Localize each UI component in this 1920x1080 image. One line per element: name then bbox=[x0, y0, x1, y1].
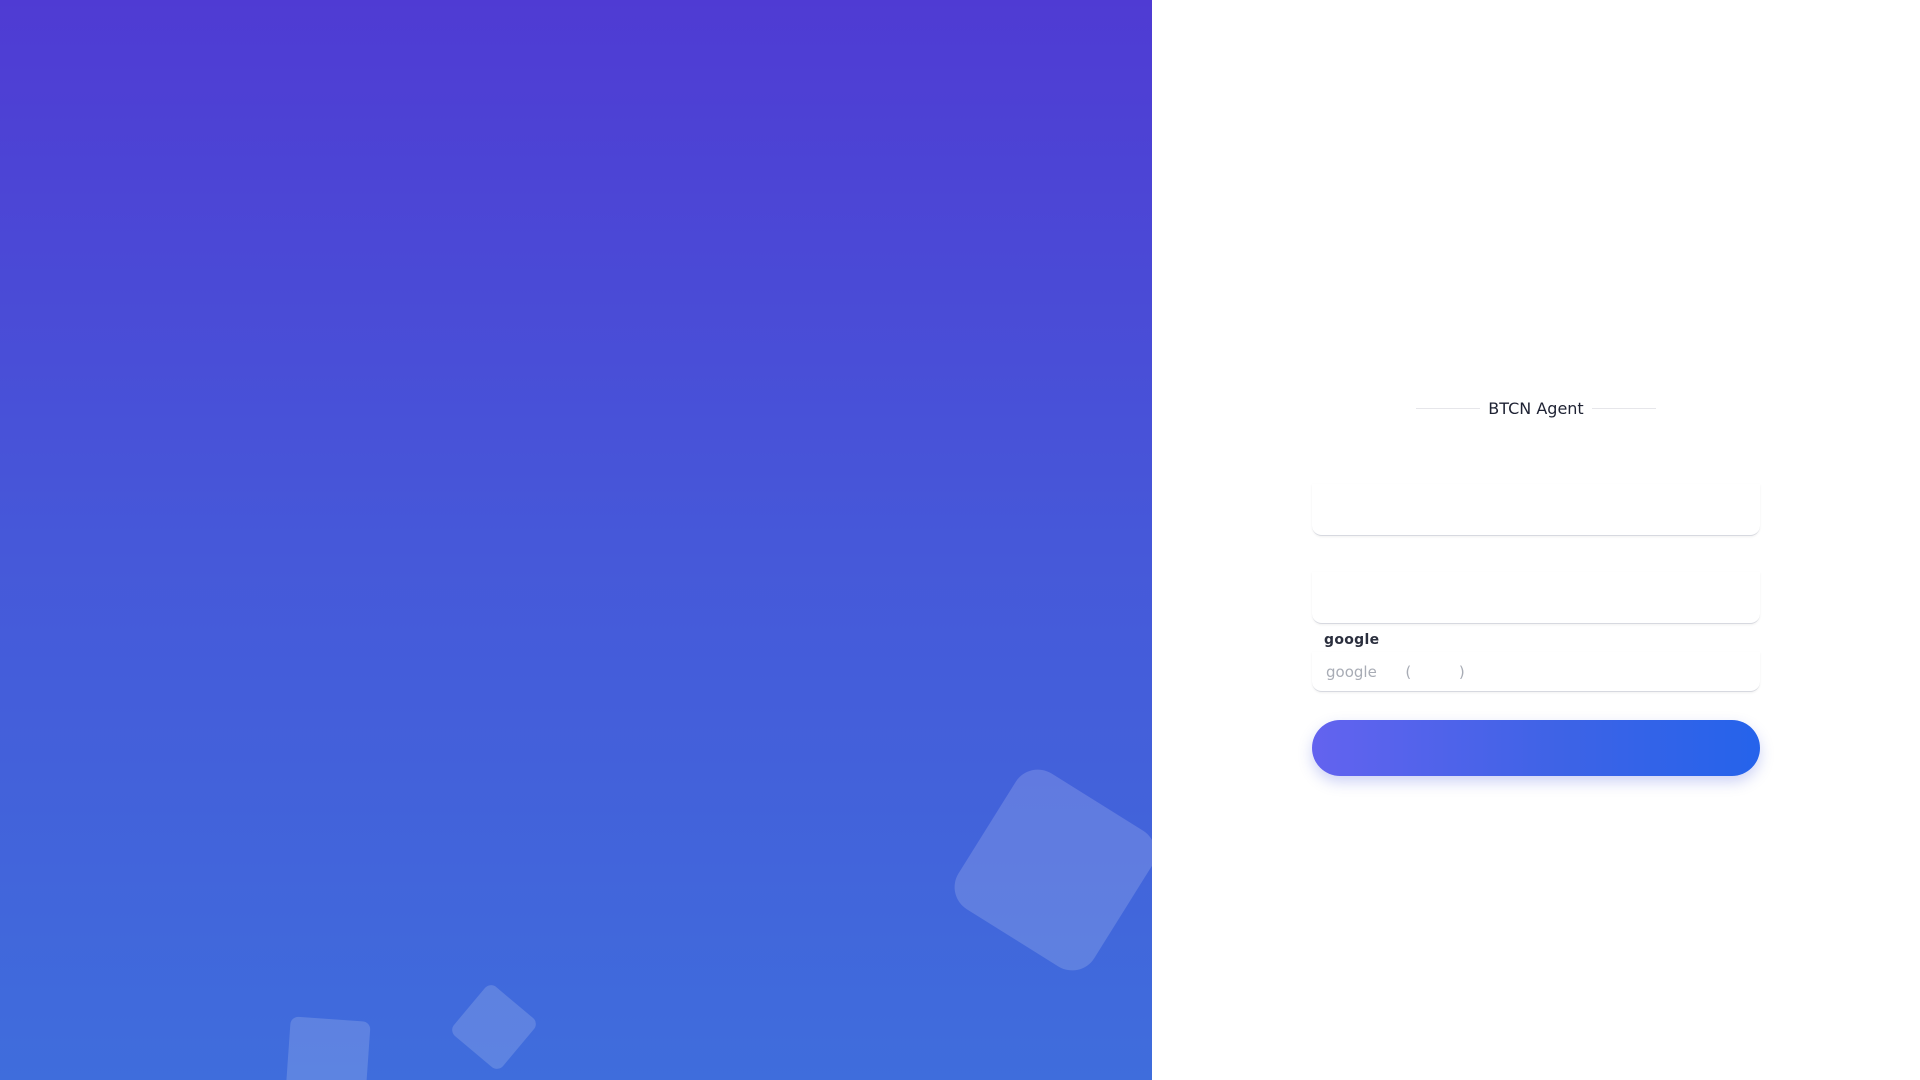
google-code-field-group: google bbox=[1312, 632, 1760, 692]
brand-divider-left bbox=[1416, 407, 1481, 409]
login-panel: BTCN Agent google bbox=[1152, 0, 1920, 1080]
decorative-square-small bbox=[448, 981, 540, 1073]
username-label bbox=[1312, 466, 1760, 484]
brand-header: BTCN Agent bbox=[1312, 380, 1760, 436]
password-label bbox=[1312, 554, 1760, 572]
login-form: BTCN Agent google bbox=[1312, 380, 1760, 776]
username-input[interactable] bbox=[1312, 484, 1760, 536]
password-input[interactable] bbox=[1312, 572, 1760, 624]
google-code-input[interactable] bbox=[1312, 652, 1760, 692]
password-field-group bbox=[1312, 554, 1760, 624]
brand-title: BTCN Agent bbox=[1488, 398, 1584, 418]
decorative-square-large bbox=[944, 759, 1152, 981]
login-page: BTCN Agent google bbox=[0, 0, 1920, 1080]
hero-panel bbox=[0, 0, 1152, 1080]
login-button[interactable] bbox=[1312, 720, 1760, 776]
google-code-label: google bbox=[1324, 632, 1380, 648]
username-field-group bbox=[1312, 466, 1760, 536]
brand-divider-right bbox=[1591, 407, 1656, 409]
decorative-square-bottom bbox=[285, 1016, 371, 1080]
